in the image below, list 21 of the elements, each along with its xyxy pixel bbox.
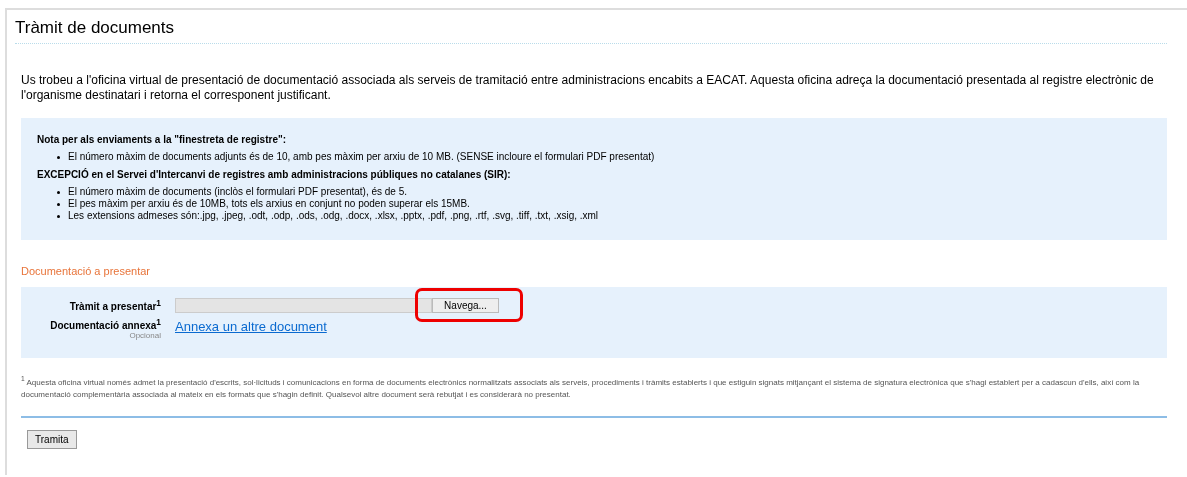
file-field[interactable] bbox=[175, 298, 432, 313]
attach-link[interactable]: Annexa un altre document bbox=[175, 319, 327, 334]
intro-text: Us trobeu a l'oficina virtual de presentació de documentació associada als serveis de tramitació entre administracions encabits a EACAT. Aquesta oficina adreça la documentació presentada al registre electrònic de l'organisme destinatari i retorna el corresponent justificant. bbox=[21, 73, 1155, 103]
page-title: Tràmit de documents bbox=[15, 10, 1167, 44]
notice-heading: Nota per als enviaments a la "finestreta de registre": bbox=[37, 134, 288, 145]
bullet-icon bbox=[57, 202, 60, 206]
section-heading: Documentació a presentar bbox=[21, 265, 151, 277]
notice-item: Les extensions admeses són:.jpg, .jpeg, .odt, .odp, .ods, .odg, .docx, .xlsx, .pptx, .pdf, .png, .rtf, .svg, .tiff, .txt, .xsig, .xml bbox=[68, 210, 599, 222]
notice-heading: EXCEPCIÓ en el Servei d'Intercanvi de registres amb administracions públiques no catalanes (SIR): bbox=[37, 169, 512, 180]
browse-button[interactable]: Navega... bbox=[432, 298, 499, 313]
notice-item: El número màxim de documents adjunts és de 10, amb pes màxim per arxiu de 10 MB. (SENSE incloure el formulari PDF presentat) bbox=[68, 151, 655, 163]
bullet-icon bbox=[57, 155, 60, 159]
notice-item: El número màxim de documents (inclòs el formulari PDF presentat), és de 5. bbox=[68, 186, 408, 198]
submit-button[interactable]: Tramita bbox=[27, 430, 77, 449]
field-label: Documentació annexa$^{1}$ bbox=[50, 317, 161, 332]
notice-item: El pes màxim per arxiu és de 10MB, tots els arxius en conjunt no poden superar els 15MB. bbox=[68, 198, 470, 210]
bullet-icon bbox=[57, 214, 60, 218]
footnote-text: $^{1}$ Aquesta oficina virtual només admet la presentació d'escrits, sol·licituds i comunicacions en forma de documents electrònics normalitzats associats als serveis, procediments i tràmits establerts i que estiguin signats mitjançant el sistema de signatura electrònica que s'hagi establert per a cadascun d'ells, així com la documentació complementària associada al mateix en els formats que s'hagin definit. Qualsevol altre document serà rebutjat i es considerarà no presentat. bbox=[21, 374, 1141, 401]
optional-label: Opcional bbox=[129, 331, 161, 341]
bullet-icon bbox=[57, 190, 60, 194]
field-label: Tràmit a presentar$^{1}$ bbox=[69, 298, 161, 313]
